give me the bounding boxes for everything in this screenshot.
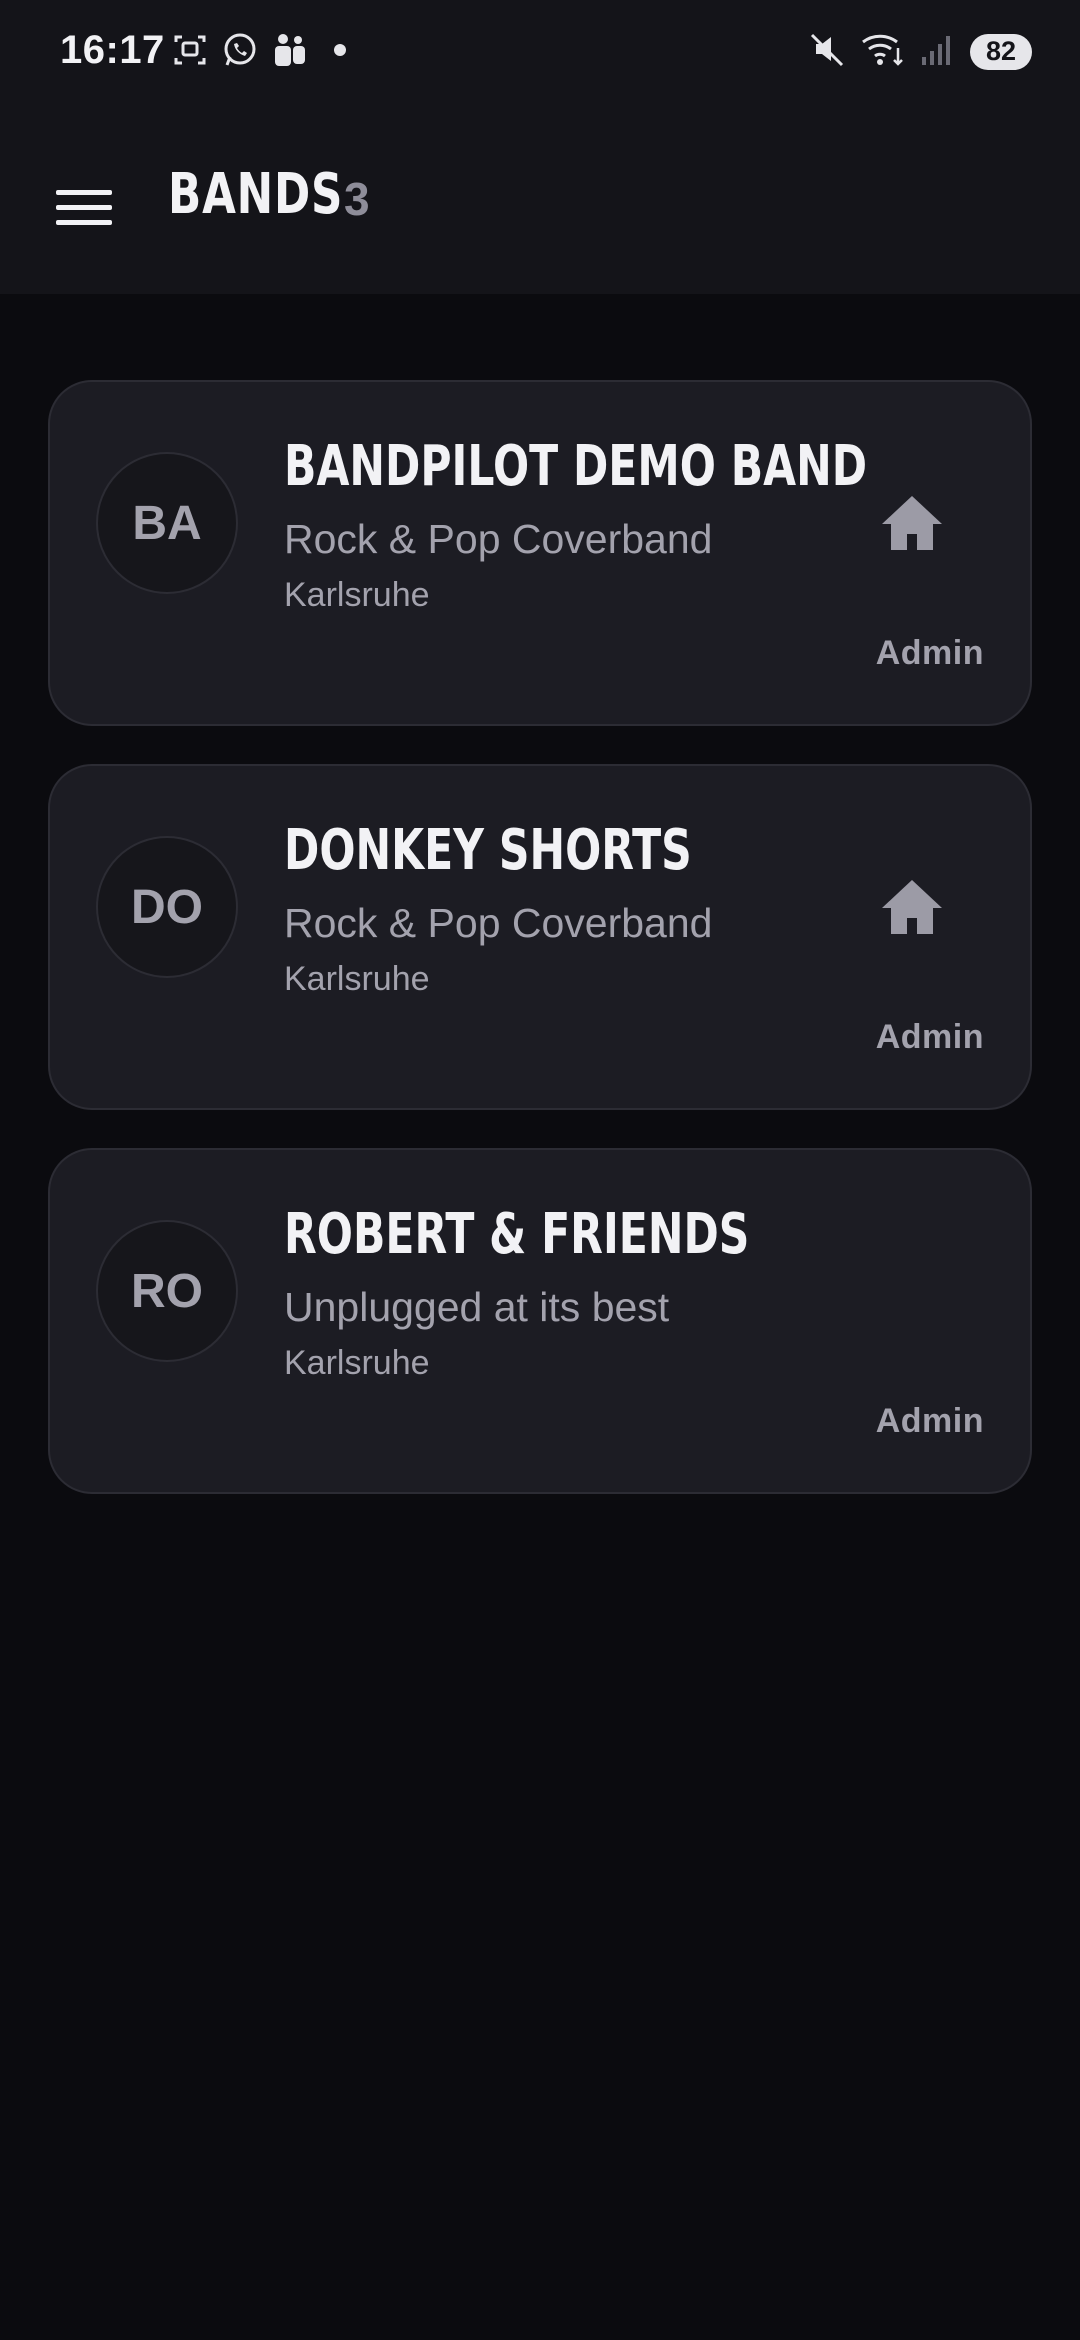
band-name: DONKEY SHORTS xyxy=(284,818,692,883)
app-bar: BANDS 3 xyxy=(0,110,1080,294)
status-bar: 16:17 82 xyxy=(0,0,1080,110)
screenshot-icon xyxy=(170,30,210,70)
band-genre: Rock & Pop Coverband xyxy=(284,900,713,946)
band-name: ROBERT & FRIENDS xyxy=(284,1202,750,1267)
avatar: BA xyxy=(96,452,238,594)
hamburger-menu-button[interactable] xyxy=(46,170,122,246)
band-card[interactable]: BA BANDPILOT DEMO BAND Rock & Pop Coverb… xyxy=(48,380,1032,726)
page-title: BANDS xyxy=(168,162,344,227)
avatar: RO xyxy=(96,1220,238,1362)
band-card[interactable]: RO ROBERT & FRIENDS Unplugged at its bes… xyxy=(48,1148,1032,1494)
teams-icon xyxy=(270,30,310,70)
status-time: 16:17 xyxy=(60,28,165,72)
role-label: Admin xyxy=(875,1402,984,1440)
status-icons-right: 82 xyxy=(808,30,1032,73)
band-genre: Unplugged at its best xyxy=(284,1284,670,1330)
band-count: 3 xyxy=(344,173,370,225)
band-card[interactable]: DO DONKEY SHORTS Rock & Pop Coverband Ka… xyxy=(48,764,1032,1110)
wifi-icon xyxy=(860,30,906,73)
band-list: BA BANDPILOT DEMO BAND Rock & Pop Coverb… xyxy=(48,380,1032,1532)
home-icon xyxy=(882,496,942,550)
band-city: Karlsruhe xyxy=(284,960,430,998)
whatsapp-icon xyxy=(220,30,260,70)
mute-icon xyxy=(808,30,846,73)
role-label: Admin xyxy=(875,1018,984,1056)
band-genre: Rock & Pop Coverband xyxy=(284,516,713,562)
band-name: BANDPILOT DEMO BAND xyxy=(284,434,868,499)
notification-dot-icon xyxy=(320,30,360,70)
battery-indicator: 82 xyxy=(970,33,1032,70)
band-city: Karlsruhe xyxy=(284,576,430,614)
role-label: Admin xyxy=(875,634,984,672)
signal-icon xyxy=(920,31,956,72)
home-icon xyxy=(882,880,942,934)
status-icons-left xyxy=(170,30,360,70)
avatar: DO xyxy=(96,836,238,978)
hamburger-menu-icon xyxy=(56,190,112,225)
band-city: Karlsruhe xyxy=(284,1344,430,1382)
